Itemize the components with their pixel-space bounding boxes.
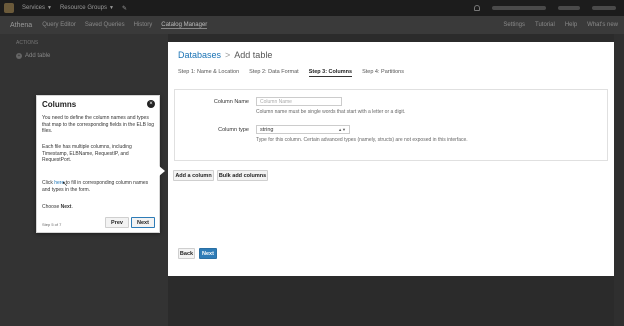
nav-saved-queries[interactable]: Saved Queries: [85, 22, 125, 29]
breadcrumb-databases[interactable]: Databases: [178, 50, 221, 60]
mouse-pointer-icon: ↖: [62, 181, 68, 188]
column-name-help: Column name must be single words that st…: [256, 109, 406, 115]
wizard-steps: Step 1: Name & Location Step 2: Data For…: [178, 69, 404, 77]
sidebar-add-table[interactable]: + Add table: [0, 46, 168, 59]
breadcrumb-separator: >: [225, 50, 231, 60]
tutorial-title: Columns: [42, 100, 77, 109]
tutorial-popover: Columns × You need to define the column …: [36, 95, 165, 233]
back-button[interactable]: Back: [178, 248, 195, 259]
bulk-add-columns-button[interactable]: Bulk add columns: [217, 170, 268, 181]
nav-history[interactable]: History: [134, 22, 153, 29]
services-label: Services: [22, 5, 46, 11]
tutorial-para4-suffix: .: [71, 204, 73, 210]
tutorial-next-button[interactable]: Next: [131, 217, 155, 228]
tutorial-paragraph-3: Click here to fill in corresponding colu…: [42, 180, 156, 193]
step-data-format[interactable]: Step 2: Data Format: [249, 69, 299, 77]
page-title: Add table: [234, 50, 273, 60]
select-arrows-icon: ▲▼: [338, 127, 346, 132]
pin-icon[interactable]: ✎: [122, 5, 127, 12]
column-type-value: string: [260, 127, 274, 133]
aws-top-bar: Services ▼ Resource Groups ▼ ✎: [0, 0, 624, 16]
step-partitions[interactable]: Step 4: Partitions: [362, 69, 404, 77]
nav-query-editor[interactable]: Query Editor: [42, 22, 76, 29]
sidebar-heading: ACTIONS: [16, 40, 39, 46]
nav-settings[interactable]: Settings: [503, 22, 525, 28]
right-edge: [614, 34, 624, 326]
chevron-down-icon: ▼: [109, 5, 114, 11]
tutorial-step-indicator: Step 5 of 7: [42, 222, 62, 227]
tutorial-para4-bold: Next: [60, 204, 72, 210]
services-menu[interactable]: Services ▼: [22, 5, 52, 11]
step-columns[interactable]: Step 3: Columns: [308, 69, 353, 77]
column-form: Column Name Column Name Column name must…: [174, 89, 608, 161]
breadcrumb: Databases > Add table: [178, 50, 272, 60]
tutorial-paragraph-4: Choose Next.: [42, 204, 156, 211]
column-name-input[interactable]: Column Name: [256, 97, 342, 106]
step-name-location[interactable]: Step 1: Name & Location: [178, 69, 239, 77]
athena-brand[interactable]: Athena: [10, 22, 32, 29]
plus-circle-icon: +: [16, 53, 22, 59]
add-column-button[interactable]: Add a column: [173, 170, 214, 181]
bell-icon[interactable]: [474, 5, 480, 11]
tutorial-paragraph-2: Each file has multiple columns, includin…: [42, 144, 132, 164]
resource-groups-menu[interactable]: Resource Groups ▼: [60, 5, 114, 11]
column-type-label: Column type: [218, 127, 249, 133]
nav-whats-new[interactable]: What's new: [587, 22, 618, 28]
account-menu[interactable]: [492, 6, 546, 10]
nav-tutorial[interactable]: Tutorial: [535, 22, 555, 28]
support-menu[interactable]: [592, 6, 616, 10]
tutorial-prev-button[interactable]: Prev: [105, 217, 129, 228]
add-table-label: Add table: [25, 53, 51, 59]
column-type-select[interactable]: string ▲▼: [256, 125, 350, 134]
column-name-label: Column Name: [213, 99, 249, 105]
chevron-down-icon: ▼: [47, 5, 52, 11]
next-button[interactable]: Next: [199, 248, 217, 259]
resource-groups-label: Resource Groups: [59, 5, 107, 11]
close-icon[interactable]: ×: [147, 100, 155, 108]
nav-catalog-manager[interactable]: Catalog Manager: [161, 22, 208, 29]
region-menu[interactable]: [558, 6, 580, 10]
aws-logo-icon[interactable]: [4, 3, 14, 13]
add-table-panel: Databases > Add table Step 1: Name & Loc…: [168, 42, 614, 276]
column-type-help: Type for this column. Certain advanced t…: [256, 137, 468, 143]
athena-nav-bar: Athena Query Editor Saved Queries Histor…: [0, 16, 624, 34]
tutorial-paragraph-1: You need to define the column names and …: [42, 115, 155, 135]
nav-help[interactable]: Help: [565, 22, 577, 28]
tutorial-para3-prefix: Click: [42, 180, 55, 186]
tutorial-para4-prefix: Choose: [42, 204, 61, 210]
